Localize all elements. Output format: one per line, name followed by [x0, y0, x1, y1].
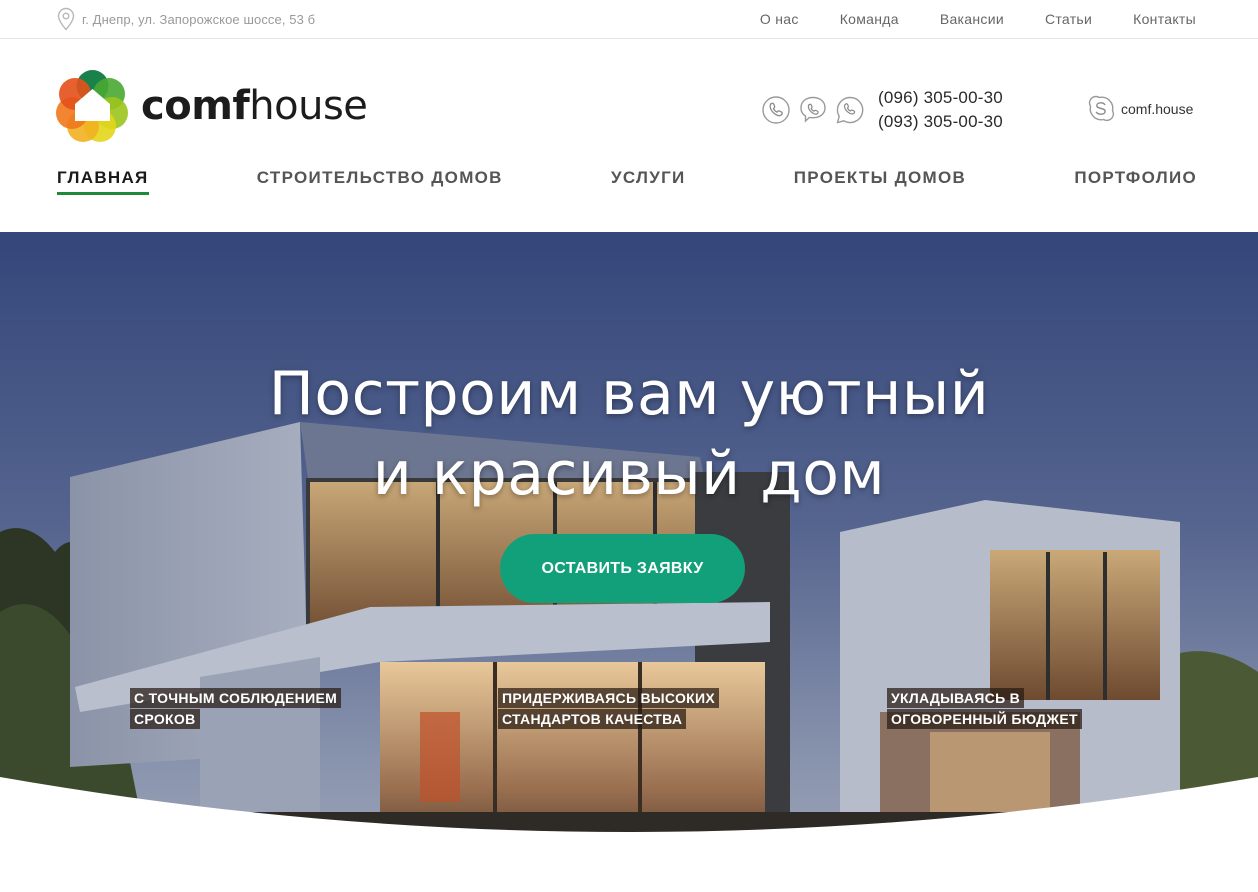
logo[interactable]: comfhouse [56, 69, 368, 142]
nav-item-house-construction[interactable]: СТРОИТЕЛЬСТВО ДОМОВ [257, 168, 503, 195]
top-link-vacancies[interactable]: Вакансии [940, 11, 1004, 27]
nav-item-services[interactable]: УСЛУГИ [611, 168, 686, 195]
phone-number-2[interactable]: (093) 305-00-30 [878, 110, 1003, 134]
address-text: г. Днепр, ул. Запорожское шоссе, 53 б [82, 11, 316, 27]
feature-deadlines: С ТОЧНЫМ СОБЛЮДЕНИЕМ СРОКОВ [130, 688, 342, 730]
top-link-about[interactable]: О нас [760, 11, 799, 27]
location-pin-icon [57, 7, 75, 31]
leave-request-button[interactable]: ОСТАВИТЬ ЗАЯВКУ [500, 534, 745, 603]
feature-quality: ПРИДЕРЖИВАЯСЬ ВЫСОКИХ СТАНДАРТОВ КАЧЕСТВ… [498, 688, 720, 730]
hero-title: Построим вам уютный и красивый дом [0, 354, 1258, 514]
address: г. Днепр, ул. Запорожское шоссе, 53 б [56, 7, 315, 31]
phone-number-1[interactable]: (096) 305-00-30 [878, 86, 1003, 110]
logo-mark-icon [56, 70, 128, 142]
logo-text: comfhouse [141, 82, 368, 129]
phone-block: (096) 305-00-30 (093) 305-00-30 [761, 86, 1003, 134]
skype-handle: comf.house [1121, 101, 1194, 117]
feature-budget: УКЛАДЫВАЯСЬ В ОГОВОРЕННЫЙ БЮДЖЕТ [887, 688, 1137, 730]
viber-icon[interactable] [798, 95, 828, 125]
top-link-contacts[interactable]: Контакты [1133, 11, 1196, 27]
nav-item-house-projects[interactable]: ПРОЕКТЫ ДОМОВ [794, 168, 966, 195]
hero-title-line-2: и красивый дом [372, 439, 886, 509]
main-nav: ГЛАВНАЯ СТРОИТЕЛЬСТВО ДОМОВ УСЛУГИ ПРОЕК… [57, 168, 1197, 195]
nav-item-home[interactable]: ГЛАВНАЯ [57, 168, 149, 195]
top-link-articles[interactable]: Статьи [1045, 11, 1092, 27]
phone-numbers: (096) 305-00-30 (093) 305-00-30 [878, 86, 1003, 134]
skype-contact[interactable]: comf.house [1087, 94, 1193, 124]
hero-section: Построим вам уютный и красивый дом ОСТАВ… [0, 232, 1258, 892]
hero-title-line-1: Построим вам уютный [268, 359, 990, 429]
top-link-team[interactable]: Команда [840, 11, 899, 27]
top-bar: г. Днепр, ул. Запорожское шоссе, 53 б О … [0, 0, 1258, 39]
whatsapp-icon[interactable] [835, 95, 865, 125]
phone-icon[interactable] [761, 95, 791, 125]
top-nav: О нас Команда Вакансии Статьи Контакты [719, 11, 1196, 27]
skype-icon [1088, 95, 1115, 122]
nav-item-portfolio[interactable]: ПОРТФОЛИО [1074, 168, 1197, 195]
